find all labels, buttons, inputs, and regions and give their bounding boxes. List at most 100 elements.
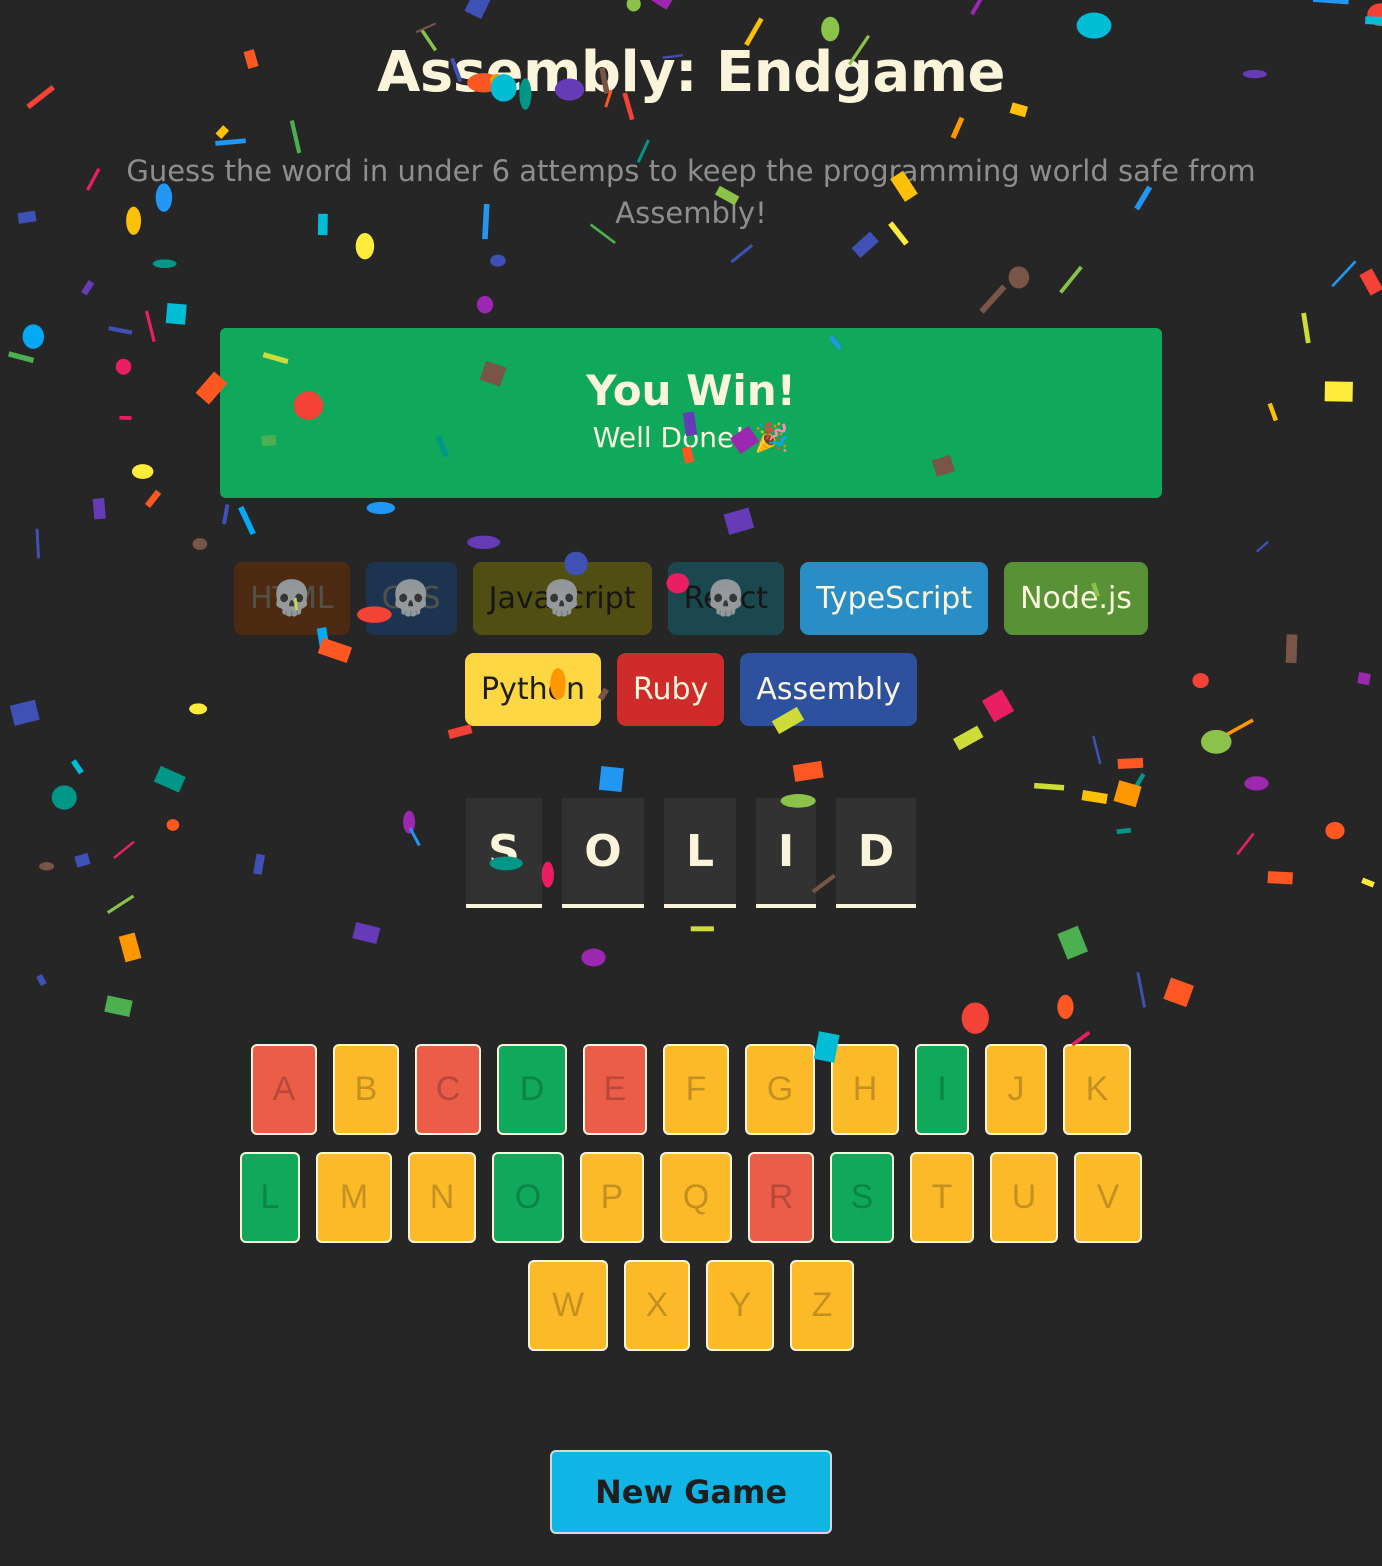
- key-b[interactable]: B: [333, 1044, 399, 1135]
- confetti-piece: [215, 138, 247, 146]
- word-letter: L: [664, 798, 736, 908]
- confetti-piece: [415, 22, 437, 34]
- key-e[interactable]: E: [583, 1044, 647, 1135]
- key-d[interactable]: D: [497, 1044, 567, 1135]
- language-chip-label: Node.js: [1020, 581, 1132, 616]
- game-status-banner: You Win! Well Done! 🎉: [220, 328, 1162, 498]
- keyboard-row: ABCDEFGHIJK: [0, 1044, 1382, 1135]
- confetti-piece: [36, 974, 47, 987]
- confetti-piece: [598, 766, 624, 793]
- confetti-piece: [144, 310, 156, 343]
- key-a[interactable]: A: [251, 1044, 317, 1135]
- language-chip: HTML 💀: [234, 562, 351, 635]
- confetti-piece: [1357, 672, 1371, 686]
- confetti-piece: [352, 922, 381, 945]
- key-g[interactable]: G: [745, 1044, 815, 1135]
- confetti-piece: [1267, 402, 1279, 422]
- confetti-piece: [17, 210, 37, 224]
- confetti-piece: [1367, 3, 1382, 27]
- language-chip: React 💀: [667, 562, 785, 635]
- confetti-piece: [1301, 312, 1311, 344]
- key-o[interactable]: O: [492, 1152, 564, 1243]
- confetti-piece: [1256, 540, 1269, 553]
- confetti-piece: [1130, 772, 1146, 794]
- key-w[interactable]: W: [528, 1260, 608, 1351]
- key-u[interactable]: U: [990, 1152, 1058, 1243]
- app-root: Assembly: Endgame Guess the word in unde…: [0, 0, 1382, 1566]
- word-letter: I: [756, 798, 816, 908]
- confetti-piece: [648, 0, 680, 10]
- confetti-piece: [1200, 729, 1232, 754]
- word-letter: O: [562, 798, 644, 908]
- skull-icon: 💀: [704, 578, 748, 618]
- confetti-piece: [1059, 265, 1083, 294]
- key-j[interactable]: J: [985, 1044, 1047, 1135]
- confetti-piece: [165, 302, 187, 325]
- confetti-piece: [1034, 782, 1065, 791]
- skull-icon: 💀: [270, 578, 313, 618]
- key-m[interactable]: M: [316, 1152, 392, 1243]
- keyboard: ABCDEFGHIJK LMNOPQRSTUV WXYZ: [0, 1044, 1382, 1368]
- confetti-piece: [215, 125, 230, 139]
- word-letter: S: [466, 798, 542, 908]
- confetti-piece: [464, 0, 494, 20]
- confetti-piece: [81, 280, 95, 296]
- language-chips: HTML 💀 CSS 💀 Javascript 💀 React 💀 TypeScript Node…: [200, 562, 1182, 726]
- language-chip-label: Assembly: [756, 672, 901, 707]
- confetti-piece: [1324, 381, 1353, 402]
- key-i[interactable]: I: [915, 1044, 969, 1135]
- key-s[interactable]: S: [830, 1152, 894, 1243]
- language-chip: TypeScript: [800, 562, 989, 635]
- key-c[interactable]: C: [415, 1044, 481, 1135]
- skull-icon: 💀: [389, 578, 433, 618]
- key-t[interactable]: T: [910, 1152, 974, 1243]
- confetti-piece: [1117, 757, 1144, 770]
- key-k[interactable]: K: [1063, 1044, 1131, 1135]
- confetti-piece: [152, 259, 177, 269]
- confetti-piece: [1076, 12, 1112, 39]
- confetti-piece: [108, 326, 133, 335]
- language-chip: Assembly: [740, 653, 917, 726]
- confetti-piece: [115, 358, 132, 375]
- skull-icon: 💀: [540, 578, 584, 618]
- confetti-piece: [1136, 972, 1147, 1008]
- confetti-piece: [35, 528, 41, 559]
- key-x[interactable]: X: [624, 1260, 690, 1351]
- confetti-piece: [22, 324, 45, 349]
- confetti-piece: [192, 538, 208, 550]
- page-subtitle: Guess the word in under 6 attemps to kee…: [126, 154, 1256, 230]
- confetti-piece: [953, 725, 984, 751]
- language-chip: Node.js: [1004, 562, 1148, 635]
- confetti-piece: [1285, 634, 1298, 664]
- status-message: Well Done! 🎉: [592, 421, 790, 454]
- confetti-piece: [821, 16, 840, 42]
- key-l[interactable]: L: [240, 1152, 300, 1243]
- key-f[interactable]: F: [663, 1044, 729, 1135]
- word-letter: D: [836, 798, 916, 908]
- confetti-piece: [1163, 977, 1195, 1008]
- confetti-piece: [1008, 266, 1030, 289]
- confetti-piece: [1359, 268, 1382, 296]
- confetti-piece: [1092, 735, 1102, 765]
- key-y[interactable]: Y: [706, 1260, 774, 1351]
- key-h[interactable]: H: [831, 1044, 899, 1135]
- confetti-piece: [70, 759, 84, 775]
- key-n[interactable]: N: [408, 1152, 476, 1243]
- key-q[interactable]: Q: [660, 1152, 732, 1243]
- key-r[interactable]: R: [748, 1152, 814, 1243]
- confetti-piece: [221, 504, 230, 525]
- confetti-piece: [851, 231, 879, 258]
- confetti-piece: [1312, 0, 1349, 5]
- confetti-piece: [131, 464, 154, 479]
- key-v[interactable]: V: [1074, 1152, 1142, 1243]
- confetti-piece: [118, 932, 142, 963]
- confetti-piece: [1057, 925, 1089, 960]
- confetti-piece: [490, 254, 506, 267]
- confetti-piece: [581, 948, 606, 967]
- key-p[interactable]: P: [580, 1152, 644, 1243]
- confetti-piece: [1057, 994, 1074, 1019]
- key-z[interactable]: Z: [790, 1260, 854, 1351]
- confetti-piece: [1224, 718, 1254, 737]
- language-chip: Ruby: [617, 653, 725, 726]
- new-game-button[interactable]: New Game: [550, 1450, 832, 1534]
